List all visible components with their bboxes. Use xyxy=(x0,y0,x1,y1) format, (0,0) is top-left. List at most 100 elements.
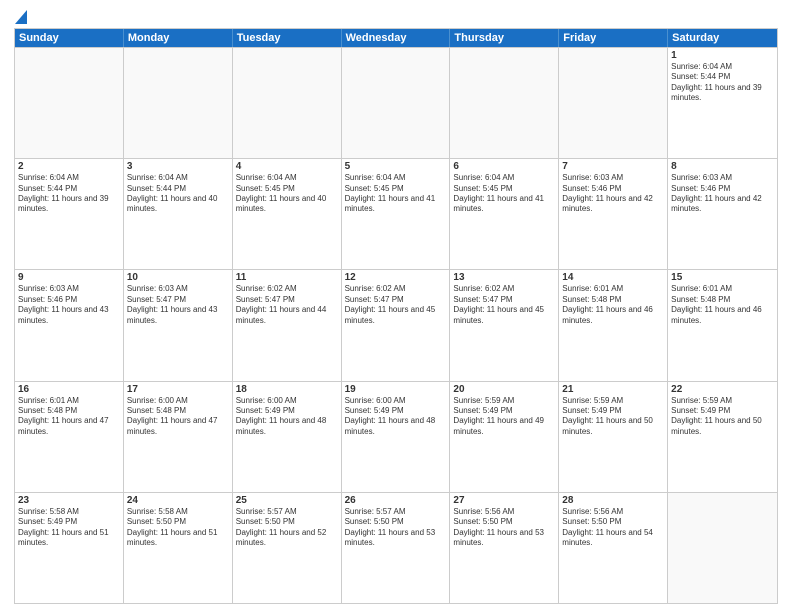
day-info: Sunrise: 5:57 AM Sunset: 5:50 PM Dayligh… xyxy=(345,507,447,549)
day-number: 8 xyxy=(671,161,774,172)
calendar-cell: 3Sunrise: 6:04 AM Sunset: 5:44 PM Daylig… xyxy=(124,159,233,269)
day-info: Sunrise: 6:02 AM Sunset: 5:47 PM Dayligh… xyxy=(236,284,338,326)
day-info: Sunrise: 6:00 AM Sunset: 5:48 PM Dayligh… xyxy=(127,396,229,438)
calendar: SundayMondayTuesdayWednesdayThursdayFrid… xyxy=(14,28,778,604)
calendar-cell: 17Sunrise: 6:00 AM Sunset: 5:48 PM Dayli… xyxy=(124,382,233,492)
day-info: Sunrise: 5:58 AM Sunset: 5:50 PM Dayligh… xyxy=(127,507,229,549)
day-info: Sunrise: 6:00 AM Sunset: 5:49 PM Dayligh… xyxy=(345,396,447,438)
logo xyxy=(14,10,27,24)
weekday-header-thursday: Thursday xyxy=(450,29,559,47)
day-info: Sunrise: 5:56 AM Sunset: 5:50 PM Dayligh… xyxy=(562,507,664,549)
calendar-cell xyxy=(342,48,451,158)
day-info: Sunrise: 6:04 AM Sunset: 5:45 PM Dayligh… xyxy=(453,173,555,215)
calendar-week-0: 1Sunrise: 6:04 AM Sunset: 5:44 PM Daylig… xyxy=(15,47,777,158)
calendar-cell: 18Sunrise: 6:00 AM Sunset: 5:49 PM Dayli… xyxy=(233,382,342,492)
calendar-week-3: 16Sunrise: 6:01 AM Sunset: 5:48 PM Dayli… xyxy=(15,381,777,492)
calendar-cell: 25Sunrise: 5:57 AM Sunset: 5:50 PM Dayli… xyxy=(233,493,342,603)
calendar-cell: 13Sunrise: 6:02 AM Sunset: 5:47 PM Dayli… xyxy=(450,270,559,380)
calendar-cell: 11Sunrise: 6:02 AM Sunset: 5:47 PM Dayli… xyxy=(233,270,342,380)
weekday-header-monday: Monday xyxy=(124,29,233,47)
calendar-cell: 14Sunrise: 6:01 AM Sunset: 5:48 PM Dayli… xyxy=(559,270,668,380)
day-info: Sunrise: 6:02 AM Sunset: 5:47 PM Dayligh… xyxy=(453,284,555,326)
day-number: 19 xyxy=(345,384,447,395)
calendar-cell: 15Sunrise: 6:01 AM Sunset: 5:48 PM Dayli… xyxy=(668,270,777,380)
day-number: 12 xyxy=(345,272,447,283)
day-number: 11 xyxy=(236,272,338,283)
calendar-week-4: 23Sunrise: 5:58 AM Sunset: 5:49 PM Dayli… xyxy=(15,492,777,603)
day-number: 26 xyxy=(345,495,447,506)
day-number: 27 xyxy=(453,495,555,506)
day-number: 21 xyxy=(562,384,664,395)
weekday-header-sunday: Sunday xyxy=(15,29,124,47)
calendar-cell xyxy=(450,48,559,158)
day-info: Sunrise: 6:01 AM Sunset: 5:48 PM Dayligh… xyxy=(671,284,774,326)
day-info: Sunrise: 5:59 AM Sunset: 5:49 PM Dayligh… xyxy=(453,396,555,438)
calendar-cell: 26Sunrise: 5:57 AM Sunset: 5:50 PM Dayli… xyxy=(342,493,451,603)
weekday-header-tuesday: Tuesday xyxy=(233,29,342,47)
day-number: 22 xyxy=(671,384,774,395)
calendar-cell: 22Sunrise: 5:59 AM Sunset: 5:49 PM Dayli… xyxy=(668,382,777,492)
logo-icon xyxy=(14,10,27,24)
day-info: Sunrise: 6:01 AM Sunset: 5:48 PM Dayligh… xyxy=(18,396,120,438)
day-number: 16 xyxy=(18,384,120,395)
day-info: Sunrise: 5:56 AM Sunset: 5:50 PM Dayligh… xyxy=(453,507,555,549)
day-info: Sunrise: 6:04 AM Sunset: 5:45 PM Dayligh… xyxy=(236,173,338,215)
calendar-cell: 5Sunrise: 6:04 AM Sunset: 5:45 PM Daylig… xyxy=(342,159,451,269)
day-number: 13 xyxy=(453,272,555,283)
calendar-cell: 1Sunrise: 6:04 AM Sunset: 5:44 PM Daylig… xyxy=(668,48,777,158)
day-number: 24 xyxy=(127,495,229,506)
day-number: 17 xyxy=(127,384,229,395)
day-number: 7 xyxy=(562,161,664,172)
calendar-body: 1Sunrise: 6:04 AM Sunset: 5:44 PM Daylig… xyxy=(15,47,777,603)
day-info: Sunrise: 6:03 AM Sunset: 5:46 PM Dayligh… xyxy=(671,173,774,215)
calendar-cell: 21Sunrise: 5:59 AM Sunset: 5:49 PM Dayli… xyxy=(559,382,668,492)
day-number: 5 xyxy=(345,161,447,172)
day-info: Sunrise: 5:59 AM Sunset: 5:49 PM Dayligh… xyxy=(671,396,774,438)
calendar-cell: 28Sunrise: 5:56 AM Sunset: 5:50 PM Dayli… xyxy=(559,493,668,603)
day-number: 9 xyxy=(18,272,120,283)
day-number: 28 xyxy=(562,495,664,506)
day-info: Sunrise: 6:04 AM Sunset: 5:45 PM Dayligh… xyxy=(345,173,447,215)
calendar-cell: 27Sunrise: 5:56 AM Sunset: 5:50 PM Dayli… xyxy=(450,493,559,603)
day-info: Sunrise: 6:03 AM Sunset: 5:47 PM Dayligh… xyxy=(127,284,229,326)
day-number: 15 xyxy=(671,272,774,283)
calendar-cell: 9Sunrise: 6:03 AM Sunset: 5:46 PM Daylig… xyxy=(15,270,124,380)
day-info: Sunrise: 6:00 AM Sunset: 5:49 PM Dayligh… xyxy=(236,396,338,438)
calendar-cell: 20Sunrise: 5:59 AM Sunset: 5:49 PM Dayli… xyxy=(450,382,559,492)
weekday-header-saturday: Saturday xyxy=(668,29,777,47)
calendar-cell: 4Sunrise: 6:04 AM Sunset: 5:45 PM Daylig… xyxy=(233,159,342,269)
day-info: Sunrise: 6:04 AM Sunset: 5:44 PM Dayligh… xyxy=(127,173,229,215)
day-info: Sunrise: 6:04 AM Sunset: 5:44 PM Dayligh… xyxy=(18,173,120,215)
day-number: 18 xyxy=(236,384,338,395)
day-info: Sunrise: 6:04 AM Sunset: 5:44 PM Dayligh… xyxy=(671,62,774,104)
calendar-cell xyxy=(668,493,777,603)
calendar-week-1: 2Sunrise: 6:04 AM Sunset: 5:44 PM Daylig… xyxy=(15,158,777,269)
day-number: 4 xyxy=(236,161,338,172)
day-number: 25 xyxy=(236,495,338,506)
header xyxy=(14,10,778,24)
day-number: 2 xyxy=(18,161,120,172)
day-number: 14 xyxy=(562,272,664,283)
page: SundayMondayTuesdayWednesdayThursdayFrid… xyxy=(0,0,792,612)
calendar-cell xyxy=(233,48,342,158)
day-number: 6 xyxy=(453,161,555,172)
calendar-cell: 10Sunrise: 6:03 AM Sunset: 5:47 PM Dayli… xyxy=(124,270,233,380)
day-number: 20 xyxy=(453,384,555,395)
day-number: 1 xyxy=(671,50,774,61)
day-info: Sunrise: 6:03 AM Sunset: 5:46 PM Dayligh… xyxy=(18,284,120,326)
day-info: Sunrise: 6:02 AM Sunset: 5:47 PM Dayligh… xyxy=(345,284,447,326)
calendar-cell xyxy=(559,48,668,158)
calendar-week-2: 9Sunrise: 6:03 AM Sunset: 5:46 PM Daylig… xyxy=(15,269,777,380)
calendar-cell: 7Sunrise: 6:03 AM Sunset: 5:46 PM Daylig… xyxy=(559,159,668,269)
calendar-cell xyxy=(15,48,124,158)
logo-arrow-icon xyxy=(15,10,27,24)
weekday-header-wednesday: Wednesday xyxy=(342,29,451,47)
calendar-cell xyxy=(124,48,233,158)
calendar-cell: 16Sunrise: 6:01 AM Sunset: 5:48 PM Dayli… xyxy=(15,382,124,492)
day-info: Sunrise: 5:57 AM Sunset: 5:50 PM Dayligh… xyxy=(236,507,338,549)
calendar-cell: 8Sunrise: 6:03 AM Sunset: 5:46 PM Daylig… xyxy=(668,159,777,269)
calendar-cell: 19Sunrise: 6:00 AM Sunset: 5:49 PM Dayli… xyxy=(342,382,451,492)
calendar-cell: 12Sunrise: 6:02 AM Sunset: 5:47 PM Dayli… xyxy=(342,270,451,380)
calendar-header: SundayMondayTuesdayWednesdayThursdayFrid… xyxy=(15,29,777,47)
day-number: 3 xyxy=(127,161,229,172)
